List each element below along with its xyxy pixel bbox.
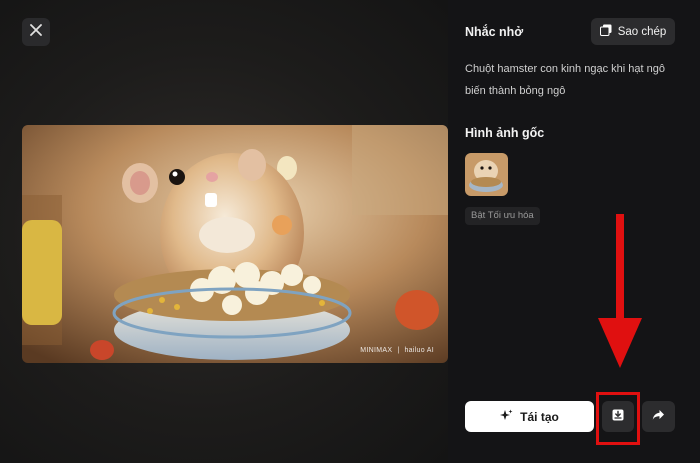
download-highlight-box xyxy=(596,392,640,445)
watermark-brand: MINIMAX xyxy=(360,347,393,354)
prompt-text: Chuột hamster con kinh ngạc khi hạt ngô … xyxy=(465,63,665,97)
regenerate-button[interactable]: Tái tạo xyxy=(465,401,594,432)
share-icon xyxy=(652,408,665,426)
watermark-ai: hailuo AI xyxy=(404,347,434,354)
sparkle-icon xyxy=(500,409,513,425)
copy-icon xyxy=(599,24,612,39)
close-button[interactable] xyxy=(22,18,50,46)
regenerate-label: Tái tạo xyxy=(520,409,559,424)
source-image-thumbnail[interactable] xyxy=(465,153,508,196)
red-arrow-annotation xyxy=(596,214,644,370)
optimize-tag: Bật Tối ưu hóa xyxy=(465,207,540,225)
generated-image[interactable]: MINIMAX | hailuo AI xyxy=(22,125,448,363)
image-watermark: MINIMAX | hailuo AI xyxy=(360,347,434,354)
copy-label: Sao chép xyxy=(617,25,667,38)
close-icon xyxy=(30,23,42,41)
share-button[interactable] xyxy=(642,401,675,432)
source-image-title: Hình ảnh gốc xyxy=(465,126,545,140)
copy-button[interactable]: Sao chép xyxy=(591,18,675,45)
prompt-title: Nhắc nhở xyxy=(465,25,524,39)
